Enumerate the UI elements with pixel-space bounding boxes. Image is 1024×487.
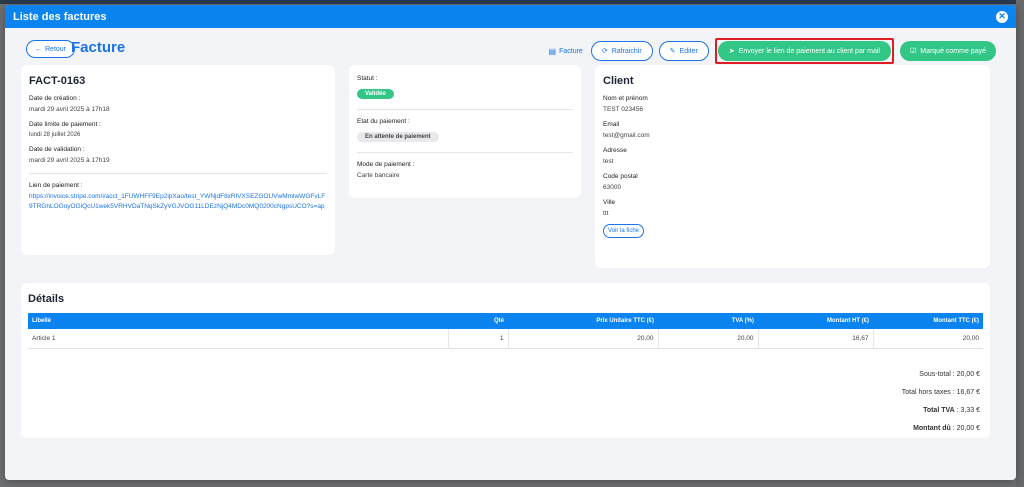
view-client-button[interactable]: Voir la fiche (603, 224, 645, 238)
payment-link[interactable]: https://invoice.stripe.com/i/acct_1FUWHF… (29, 192, 327, 212)
payment-mode-label: Mode de paiement : (357, 161, 415, 168)
total-tva: Total TVA : 3,33 € (902, 407, 980, 414)
check-square-icon: ☑ (909, 48, 917, 55)
client-city-label: Ville (603, 199, 616, 206)
mark-paid-label: Marqué comme payé (920, 47, 986, 55)
table-cell: 20,00 (508, 329, 659, 349)
table-cell: 20,00 (658, 329, 759, 349)
payment-state-badge: En attente de paiement (357, 132, 439, 142)
table-cell: Article 1 (28, 329, 449, 349)
client-postal-label: Code postal (603, 173, 638, 180)
send-button-highlight: ➤ Envoyer le lien de paiement au client … (714, 38, 894, 64)
invoice-number: FACT-0163 (29, 75, 86, 87)
total-tva-label: Total TVA (923, 407, 955, 414)
amount-due-value: : 20,00 € (950, 425, 980, 432)
column-header: Libellé (28, 313, 448, 329)
column-header: Montant TTC (€) (873, 313, 983, 329)
subtotal: Sous-total : 20,00 € (919, 371, 980, 378)
modal-title: Liste des factures (13, 10, 107, 23)
total-tva-value: : 3,33 € (954, 407, 980, 414)
background-app-topbar (0, 0, 1024, 4)
client-address-label: Adresse (603, 147, 627, 154)
details-table: Libellé Qté Prix Unitaire TTC (€) TVA (%… (28, 313, 983, 349)
back-button-label: Retour (45, 45, 67, 53)
divider (29, 173, 327, 174)
edit-button-label: Editer (679, 47, 698, 55)
column-header: TVA (%) (658, 313, 758, 329)
divider (357, 109, 573, 110)
details-title: Détails (28, 293, 65, 305)
divider (357, 152, 573, 153)
back-button[interactable]: ← Retour (26, 40, 76, 58)
client-title: Client (603, 75, 634, 87)
client-postal-value: 63000 (603, 184, 622, 191)
refresh-icon: ⟳ (601, 48, 608, 55)
table-cell: 20,00 (873, 329, 983, 349)
facture-link-label: Facture (559, 47, 583, 55)
status-badge: Validée (357, 89, 394, 99)
send-button-label: Envoyer le lien de paiement au client pa… (738, 47, 880, 55)
refresh-button[interactable]: ⟳ Rafraichir (590, 41, 653, 61)
amount-due-label: Montant dû (913, 425, 951, 432)
invoice-info-card: FACT-0163 Date de création : mardi 29 av… (21, 65, 335, 255)
modal-header: Liste des factures ✕ (5, 5, 1016, 28)
due-date-label: Date limite de paiement : (29, 121, 101, 128)
client-email-value: test@gmail.com (603, 132, 650, 139)
payment-state-label: Etat du paiement : (357, 118, 410, 125)
totals: Sous-total : 20,00 € Total hors taxes : … (902, 371, 980, 443)
send-payment-link-button[interactable]: ➤ Envoyer le lien de paiement au client … (717, 41, 891, 61)
pencil-icon: ✎ (669, 48, 676, 55)
file-icon: ▤ (548, 46, 557, 56)
toolbar-actions: ▤ Facture ⟳ Rafraichir ✎ Editer ➤ Envoye… (549, 38, 996, 64)
payment-link-label: Lien de paiement : (29, 182, 83, 189)
background-scrollbar (1016, 0, 1024, 487)
refresh-button-label: Rafraichir (611, 47, 642, 55)
creation-date-value: mardi 29 avril 2025 à 17h18 (29, 106, 110, 113)
client-city-value: ttt (603, 210, 609, 217)
client-email-label: Email (603, 121, 620, 128)
column-header: Prix Unitaire TTC (€) (508, 313, 658, 329)
client-address-value: test (603, 158, 614, 165)
close-icon[interactable]: ✕ (996, 10, 1008, 23)
status-card: Statut : Validée Etat du paiement : En a… (349, 65, 581, 198)
mark-paid-button[interactable]: ☑ Marqué comme payé (899, 41, 996, 61)
table-cell: 1 (448, 329, 509, 349)
amount-due: Montant dû : 20,00 € (902, 425, 980, 432)
client-card: Client Nom et prénom TEST 023456 Email t… (595, 65, 990, 268)
send-icon: ➤ (728, 48, 735, 55)
column-header: Montant HT (€) (758, 313, 873, 329)
total-ht: Total hors taxes : 16,67 € (901, 389, 980, 396)
toolbar: ← Retour Facture ▤ Facture ⟳ Rafraichir … (26, 38, 996, 64)
payment-mode-value: Carte bancaire (357, 172, 400, 179)
details-card: Détails Libellé Qté Prix Unitaire TTC (€… (21, 283, 990, 438)
due-date-value: lundi 28 juillet 2026 (29, 132, 81, 138)
validation-date-label: Date de validation : (29, 146, 85, 153)
client-name-label: Nom et prénom (603, 95, 648, 102)
edit-button[interactable]: ✎ Editer (658, 41, 709, 61)
table-row: Article 1 1 20,00 20,00 16,67 20,00 (28, 329, 983, 349)
creation-date-label: Date de création : (29, 95, 81, 102)
column-header: Qté (448, 313, 508, 329)
facture-pdf-link[interactable]: ▤ Facture (549, 47, 583, 56)
validation-date-value: mardi 29 avril 2025 à 17h19 (29, 157, 110, 164)
client-name-value: TEST 023456 (603, 106, 643, 113)
table-header-row: Libellé Qté Prix Unitaire TTC (€) TVA (%… (28, 313, 983, 329)
status-label: Statut : (357, 75, 378, 82)
page-title: Facture (71, 39, 126, 56)
table-cell: 16,67 (758, 329, 874, 349)
arrow-left-icon: ← (35, 45, 42, 53)
